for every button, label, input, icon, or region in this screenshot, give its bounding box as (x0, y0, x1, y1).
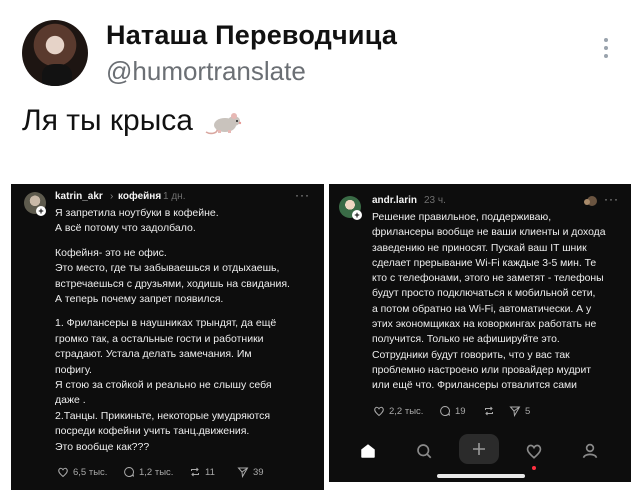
avatar[interactable] (22, 20, 88, 86)
share-count: 5 (525, 405, 531, 417)
profile-icon (582, 443, 598, 459)
reply-to-author[interactable]: кофейня (118, 191, 161, 202)
reaction-icon (584, 196, 597, 206)
comment-icon (440, 405, 450, 416)
tweet-text: Ля ты крыса (22, 104, 243, 138)
repost-button[interactable] (483, 405, 509, 417)
post-author[interactable]: katrin_akr (55, 191, 103, 202)
search-icon (417, 444, 432, 459)
tweet-text-content: Ля ты крыса (22, 104, 193, 137)
share-count: 39 (253, 466, 264, 478)
post-line: сделает прерывание Wi-Fi каждые 3-5 мин.… (372, 257, 597, 269)
post-line: этих экономщиках на коворкингах работать… (372, 319, 597, 331)
home-indicator (437, 474, 525, 478)
post-line: 2.Танцы. Прикиньте, некоторые умудряются (55, 409, 271, 422)
reply-count: 19 (455, 405, 466, 417)
post-line: посреди кофейни учить танц.движения. (55, 425, 250, 438)
post-line: заведению не приносят. Пускай ваш IT шни… (372, 242, 587, 254)
post-line: получится. Только не афишируйте это. (372, 334, 560, 346)
follow-plus-icon[interactable]: + (352, 210, 362, 220)
like-button[interactable]: 6,5 тыс. (57, 466, 123, 478)
post-time: 23 ч. (424, 195, 446, 206)
home-icon (361, 444, 375, 458)
reply-count: 1,2 тыс. (139, 466, 174, 478)
post-body: Решение правильное, поддерживаю, фриланс… (372, 210, 606, 394)
notification-dot (532, 466, 536, 470)
right-screenshot-panel: + andr.larin 23 ч. ··· Решение правильно… (329, 184, 631, 482)
send-icon (237, 467, 249, 478)
like-count: 6,5 тыс. (73, 466, 108, 478)
nav-compose[interactable] (459, 434, 499, 464)
more-options-icon[interactable]: ··· (295, 188, 310, 202)
post-line: Я стою за стойкой и реально не слышу себ… (55, 379, 272, 392)
follow-plus-icon[interactable]: + (36, 206, 46, 216)
post-line: Это место, где ты забываешься и отдыхаеш… (55, 262, 280, 275)
send-icon (509, 406, 521, 417)
like-button[interactable]: 2,2 тыс. (373, 405, 439, 417)
post-line: Это вообще как??? (55, 440, 150, 453)
chevron-right-icon: › (110, 191, 114, 202)
display-name[interactable]: Наташа Переводчица (106, 20, 397, 51)
repost-button[interactable]: 11 (189, 466, 237, 478)
share-button[interactable]: 5 (509, 405, 549, 417)
post-line: Сотрудники будут говорить, что у вас так (372, 349, 570, 361)
left-screenshot-panel: + katrin_akr › кофейня 1 дн. ··· Я запре… (11, 184, 324, 490)
post-line: фрилансеры вообще не ваши клиенты и дохо… (372, 227, 606, 239)
nav-activity[interactable] (521, 438, 547, 464)
compose-icon (473, 443, 485, 455)
post-line: Кофейня- это не офис. (55, 246, 167, 259)
post-line: А теперь почему запрет появился. (55, 293, 224, 306)
post-actions: 2,2 тыс. 19 5 (373, 405, 549, 417)
post-line: проблемно настроено или провайдер мудрит (372, 364, 592, 376)
more-options-icon[interactable] (602, 36, 610, 60)
rat-icon (205, 113, 242, 135)
reply-button[interactable]: 19 (439, 405, 483, 417)
post-line: а потом обратно на Wi-Fi, автоматически.… (372, 303, 592, 315)
bottom-nav (329, 430, 631, 482)
nav-profile[interactable] (577, 438, 603, 464)
post-line: 1. Фрилансеры в наушниках трындят, да ещ… (55, 317, 277, 330)
heart-icon (374, 406, 384, 417)
heart-icon (58, 467, 68, 478)
reply-button[interactable]: 1,2 тыс. (123, 466, 189, 478)
heart-icon (526, 444, 542, 459)
like-count: 2,2 тыс. (389, 405, 424, 417)
repost-icon (485, 406, 493, 416)
post-line: А всё потому что задолбало. (55, 222, 196, 235)
nav-home[interactable] (355, 438, 381, 464)
post-line: страдают. Устала делать замечания. Им (55, 348, 252, 361)
post-line: Решение правильное, поддерживаю, (372, 212, 552, 223)
nav-search[interactable] (411, 438, 437, 464)
post-line: кто с телефонами, этого не заметят - тел… (372, 273, 604, 285)
post-time: 1 дн. (163, 191, 186, 202)
post-line: встречаешься с друзьями, ходишь на свида… (55, 277, 290, 290)
post-line: пофигу. (55, 363, 92, 376)
comment-icon (124, 466, 134, 477)
share-button[interactable]: 39 (237, 466, 277, 478)
post-line: или ещё что. Фрилансеры отвалится сами (372, 380, 577, 392)
post-line: будут просто подключаться к мобильной се… (372, 288, 596, 300)
post-author[interactable]: andr.larin (372, 195, 417, 206)
post-body: Я запретила ноутбуки в кофейне. А всё по… (55, 206, 290, 455)
more-options-icon[interactable]: ··· (604, 192, 619, 206)
post-line: Я запретила ноутбуки в кофейне. (55, 207, 219, 219)
handle[interactable]: @humortranslate (106, 56, 306, 87)
post-actions: 6,5 тыс. 1,2 тыс. 11 39 (57, 466, 277, 478)
tweet-header: Наташа Переводчица @humortranslate (20, 18, 620, 98)
repost-count: 11 (205, 466, 215, 478)
repost-icon (191, 467, 199, 477)
post-line: даже . (55, 394, 86, 407)
post-line: громко так, а остальные гости и работник… (55, 332, 264, 345)
